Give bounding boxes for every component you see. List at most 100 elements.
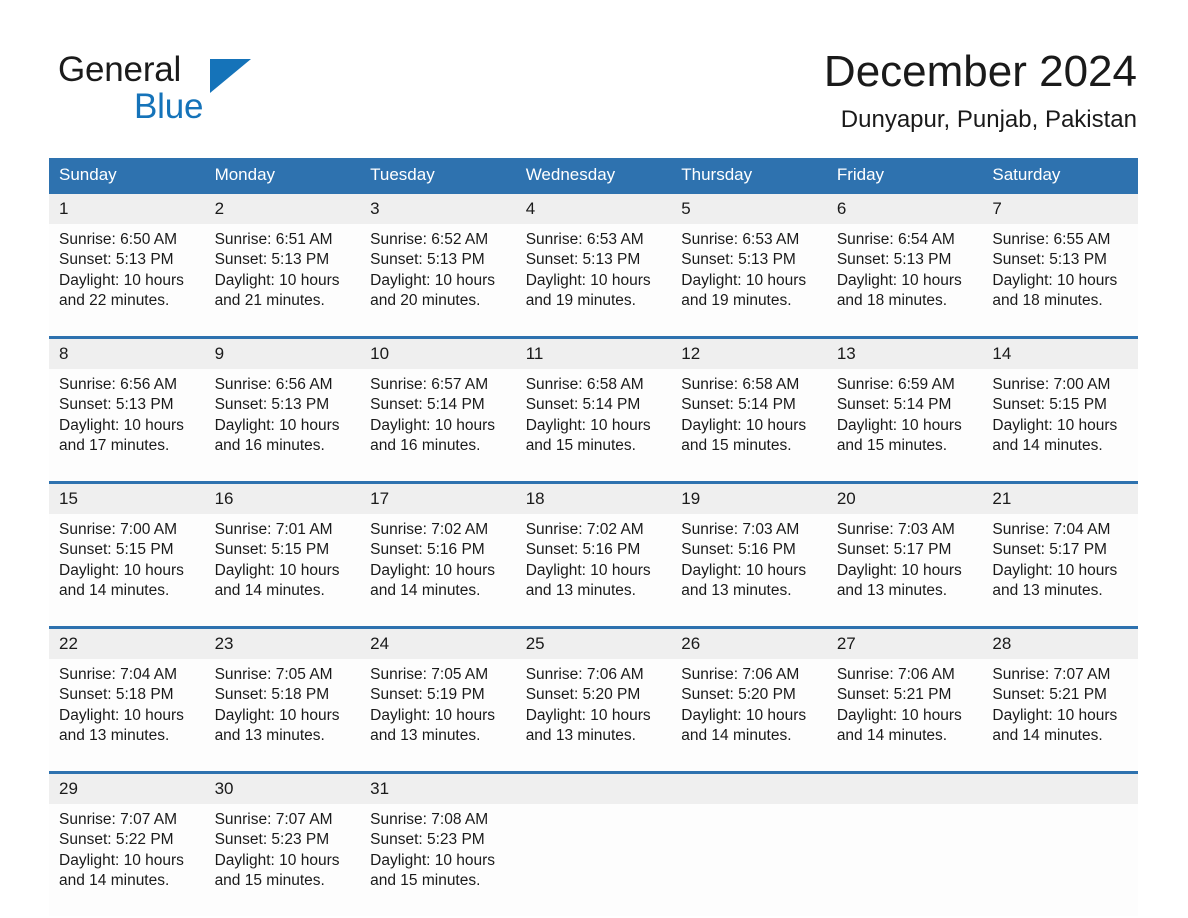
day-cell[interactable]: Sunrise: 6:58 AM Sunset: 5:14 PM Dayligh…: [671, 369, 827, 483]
title-block: December 2024 Dunyapur, Punjab, Pakistan: [824, 46, 1137, 134]
day-number[interactable]: 8: [49, 336, 205, 369]
calendar-header-row-group: Sunday Monday Tuesday Wednesday Thursday…: [49, 158, 1138, 194]
day-number[interactable]: 3: [360, 194, 516, 224]
day-number[interactable]: 10: [360, 336, 516, 369]
week-5-daynumber-row: 29 30 31: [49, 771, 1138, 804]
daylight-text-line1: Daylight: 10 hours: [992, 561, 1118, 579]
sunset-text: Sunset: 5:21 PM: [836, 686, 952, 704]
day-cell[interactable]: Sunrise: 7:07 AM Sunset: 5:22 PM Dayligh…: [49, 804, 205, 916]
day-cell[interactable]: Sunrise: 7:00 AM Sunset: 5:15 PM Dayligh…: [982, 369, 1138, 483]
daylight-text-line1: Daylight: 10 hours: [525, 561, 651, 579]
day-number[interactable]: 2: [204, 194, 361, 224]
day-cell[interactable]: Sunrise: 7:00 AM Sunset: 5:15 PM Dayligh…: [49, 514, 205, 628]
daylight-text-line2: and 14 minutes.: [214, 581, 325, 599]
sunrise-text: Sunrise: 7:02 AM: [525, 521, 644, 538]
day-cell[interactable]: Sunrise: 6:55 AM Sunset: 5:13 PM Dayligh…: [982, 224, 1138, 338]
sunrise-text: Sunrise: 6:51 AM: [214, 231, 333, 248]
day-number[interactable]: 14: [982, 336, 1138, 369]
daylight-text-line1: Daylight: 10 hours: [59, 561, 184, 579]
daylight-text-line1: Daylight: 10 hours: [214, 851, 340, 869]
day-cell[interactable]: Sunrise: 7:05 AM Sunset: 5:18 PM Dayligh…: [204, 659, 361, 773]
day-number[interactable]: 12: [671, 336, 827, 369]
day-number[interactable]: 18: [515, 481, 672, 514]
day-number[interactable]: 23: [204, 626, 361, 659]
daylight-text-line1: Daylight: 10 hours: [370, 706, 496, 724]
day-cell[interactable]: Sunrise: 7:06 AM Sunset: 5:20 PM Dayligh…: [671, 659, 827, 773]
day-cell[interactable]: Sunrise: 7:01 AM Sunset: 5:15 PM Dayligh…: [204, 514, 361, 628]
day-number[interactable]: 20: [826, 481, 983, 514]
week-5-info-row: Sunrise: 7:07 AM Sunset: 5:22 PM Dayligh…: [49, 804, 1138, 916]
day-number[interactable]: 1: [49, 194, 205, 224]
sunset-text: Sunset: 5:13 PM: [992, 251, 1107, 269]
day-number[interactable]: 19: [671, 481, 827, 514]
day-cell[interactable]: Sunrise: 7:02 AM Sunset: 5:16 PM Dayligh…: [360, 514, 516, 628]
day-cell[interactable]: Sunrise: 7:05 AM Sunset: 5:19 PM Dayligh…: [360, 659, 516, 773]
day-cell[interactable]: Sunrise: 7:08 AM Sunset: 5:23 PM Dayligh…: [360, 804, 516, 916]
day-number[interactable]: 17: [360, 481, 516, 514]
day-number[interactable]: 27: [826, 626, 983, 659]
daylight-text-line2: and 14 minutes.: [59, 581, 170, 599]
day-cell[interactable]: Sunrise: 6:59 AM Sunset: 5:14 PM Dayligh…: [826, 369, 983, 483]
day-number[interactable]: 4: [515, 194, 672, 224]
day-cell[interactable]: Sunrise: 6:58 AM Sunset: 5:14 PM Dayligh…: [515, 369, 672, 483]
day-cell[interactable]: Sunrise: 7:04 AM Sunset: 5:17 PM Dayligh…: [982, 514, 1138, 628]
day-cell-empty: [982, 804, 1138, 916]
day-cell[interactable]: Sunrise: 6:51 AM Sunset: 5:13 PM Dayligh…: [204, 224, 361, 338]
week-4-info-row: Sunrise: 7:04 AM Sunset: 5:18 PM Dayligh…: [49, 659, 1138, 773]
sunset-text: Sunset: 5:17 PM: [836, 541, 952, 559]
day-number[interactable]: 9: [204, 336, 361, 369]
day-cell[interactable]: Sunrise: 6:56 AM Sunset: 5:13 PM Dayligh…: [204, 369, 361, 483]
day-number-empty: [982, 771, 1138, 804]
day-cell[interactable]: Sunrise: 7:04 AM Sunset: 5:18 PM Dayligh…: [49, 659, 205, 773]
day-number[interactable]: 25: [515, 626, 672, 659]
sunrise-text: Sunrise: 6:52 AM: [370, 231, 489, 248]
day-number[interactable]: 29: [49, 771, 205, 804]
day-number[interactable]: 11: [515, 336, 672, 369]
daylight-text-line2: and 14 minutes.: [59, 871, 170, 889]
day-cell[interactable]: Sunrise: 6:52 AM Sunset: 5:13 PM Dayligh…: [360, 224, 516, 338]
day-number[interactable]: 21: [982, 481, 1138, 514]
day-cell[interactable]: Sunrise: 7:06 AM Sunset: 5:20 PM Dayligh…: [515, 659, 672, 773]
day-number[interactable]: 13: [826, 336, 983, 369]
day-cell[interactable]: Sunrise: 6:54 AM Sunset: 5:13 PM Dayligh…: [826, 224, 983, 338]
day-cell[interactable]: Sunrise: 7:06 AM Sunset: 5:21 PM Dayligh…: [826, 659, 983, 773]
day-number[interactable]: 7: [982, 194, 1138, 224]
day-cell[interactable]: Sunrise: 6:53 AM Sunset: 5:13 PM Dayligh…: [671, 224, 827, 338]
day-number[interactable]: 22: [49, 626, 205, 659]
day-number[interactable]: 26: [671, 626, 827, 659]
day-cell[interactable]: Sunrise: 7:07 AM Sunset: 5:21 PM Dayligh…: [982, 659, 1138, 773]
daylight-text-line1: Daylight: 10 hours: [370, 271, 496, 289]
day-number[interactable]: 16: [204, 481, 361, 514]
daylight-text-line2: and 14 minutes.: [836, 726, 948, 744]
weekday-header-tuesday: Tuesday: [360, 158, 516, 194]
day-number[interactable]: 30: [204, 771, 361, 804]
day-number[interactable]: 6: [826, 194, 983, 224]
page-title: December 2024: [823, 47, 1137, 96]
sunrise-text: Sunrise: 7:05 AM: [370, 666, 489, 683]
day-number[interactable]: 24: [360, 626, 516, 659]
day-cell[interactable]: Sunrise: 6:57 AM Sunset: 5:14 PM Dayligh…: [360, 369, 516, 483]
daylight-text-line2: and 15 minutes.: [681, 436, 792, 454]
daylight-text-line2: and 14 minutes.: [681, 726, 792, 744]
day-cell[interactable]: Sunrise: 6:56 AM Sunset: 5:13 PM Dayligh…: [49, 369, 205, 483]
day-cell[interactable]: Sunrise: 6:53 AM Sunset: 5:13 PM Dayligh…: [515, 224, 672, 338]
week-3-daynumber-row: 15 16 17 18 19 20 21: [49, 481, 1138, 514]
day-cell[interactable]: Sunrise: 7:02 AM Sunset: 5:16 PM Dayligh…: [515, 514, 672, 628]
sunrise-text: Sunrise: 6:54 AM: [836, 231, 955, 248]
day-number[interactable]: 15: [49, 481, 205, 514]
day-cell[interactable]: Sunrise: 7:03 AM Sunset: 5:17 PM Dayligh…: [826, 514, 983, 628]
day-number[interactable]: 31: [360, 771, 516, 804]
day-number[interactable]: 5: [671, 194, 827, 224]
sunrise-text: Sunrise: 6:58 AM: [681, 376, 800, 393]
daylight-text-line1: Daylight: 10 hours: [370, 851, 496, 869]
day-number[interactable]: 28: [982, 626, 1138, 659]
weekday-header-saturday: Saturday: [982, 158, 1138, 194]
sunrise-text: Sunrise: 7:07 AM: [992, 666, 1111, 683]
day-cell[interactable]: Sunrise: 7:03 AM Sunset: 5:16 PM Dayligh…: [671, 514, 827, 628]
daylight-text-line1: Daylight: 10 hours: [992, 706, 1118, 724]
sunset-text: Sunset: 5:13 PM: [59, 251, 174, 269]
day-cell[interactable]: Sunrise: 6:50 AM Sunset: 5:13 PM Dayligh…: [49, 224, 205, 338]
sunrise-text: Sunrise: 7:03 AM: [681, 521, 800, 538]
sunrise-text: Sunrise: 7:06 AM: [525, 666, 644, 683]
day-cell[interactable]: Sunrise: 7:07 AM Sunset: 5:23 PM Dayligh…: [204, 804, 361, 916]
